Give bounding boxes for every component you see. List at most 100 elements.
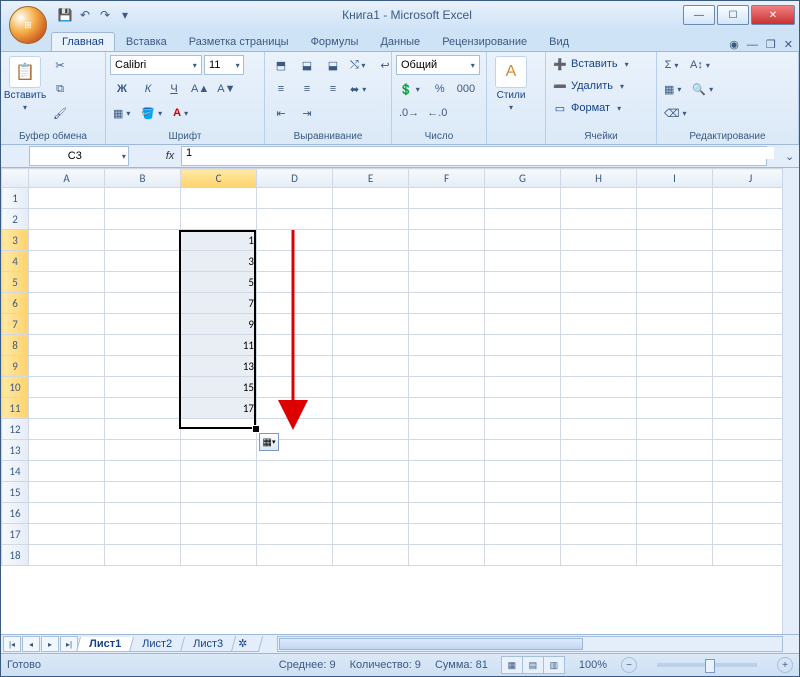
- cell[interactable]: [561, 461, 637, 482]
- column-header[interactable]: G: [485, 169, 561, 188]
- row-header[interactable]: 6: [2, 293, 29, 314]
- cell[interactable]: [105, 188, 181, 209]
- cell[interactable]: [713, 503, 789, 524]
- minimize-button[interactable]: —: [683, 5, 715, 25]
- cell[interactable]: [105, 251, 181, 272]
- row-header[interactable]: 3: [2, 230, 29, 251]
- cell[interactable]: [561, 545, 637, 566]
- expand-formula-bar-icon[interactable]: ⌄: [785, 150, 799, 163]
- font-size-input[interactable]: [207, 58, 234, 72]
- cell[interactable]: [333, 230, 409, 251]
- cell[interactable]: [713, 461, 789, 482]
- cell[interactable]: [637, 230, 713, 251]
- cell[interactable]: [713, 440, 789, 461]
- cell[interactable]: [713, 314, 789, 335]
- cell[interactable]: [333, 503, 409, 524]
- row-header[interactable]: 12: [2, 419, 29, 440]
- fill-icon[interactable]: ▦▾: [661, 78, 687, 100]
- cell[interactable]: [561, 356, 637, 377]
- cell[interactable]: [485, 377, 561, 398]
- cell[interactable]: [485, 419, 561, 440]
- cell[interactable]: [105, 419, 181, 440]
- cell[interactable]: [561, 482, 637, 503]
- cell[interactable]: [257, 545, 333, 566]
- cell[interactable]: [485, 314, 561, 335]
- formula-input-wrap[interactable]: [181, 146, 767, 166]
- office-button[interactable]: ⊞: [9, 6, 47, 44]
- cell[interactable]: [637, 335, 713, 356]
- cell[interactable]: [333, 188, 409, 209]
- cell[interactable]: [561, 440, 637, 461]
- cell[interactable]: [29, 209, 105, 230]
- cell[interactable]: 3: [181, 251, 257, 272]
- cell[interactable]: [105, 482, 181, 503]
- cell[interactable]: [713, 230, 789, 251]
- cell[interactable]: [713, 524, 789, 545]
- cell[interactable]: [333, 440, 409, 461]
- cell[interactable]: [713, 188, 789, 209]
- cell[interactable]: [181, 482, 257, 503]
- row-header[interactable]: 17: [2, 524, 29, 545]
- tab-review[interactable]: Рецензирование: [431, 32, 538, 51]
- align-bottom-icon[interactable]: ⬓: [321, 54, 345, 76]
- cell[interactable]: [181, 461, 257, 482]
- cell[interactable]: [637, 419, 713, 440]
- cell[interactable]: [561, 398, 637, 419]
- cell[interactable]: [29, 524, 105, 545]
- cell[interactable]: [713, 209, 789, 230]
- align-right-icon[interactable]: ≡: [321, 78, 345, 100]
- cell[interactable]: [485, 356, 561, 377]
- row-header[interactable]: 10: [2, 377, 29, 398]
- sheet-tab-3[interactable]: Лист3: [180, 637, 236, 652]
- cell[interactable]: [333, 461, 409, 482]
- cell[interactable]: [409, 188, 485, 209]
- cell[interactable]: [29, 272, 105, 293]
- cell[interactable]: [181, 503, 257, 524]
- row-header[interactable]: 4: [2, 251, 29, 272]
- cell[interactable]: [485, 293, 561, 314]
- font-name-combo[interactable]: ▾: [110, 55, 202, 75]
- sheet-tab-1[interactable]: Лист1: [76, 637, 134, 652]
- close-button[interactable]: ✕: [751, 5, 795, 25]
- maximize-button[interactable]: ☐: [717, 5, 749, 25]
- font-size-combo[interactable]: ▾: [204, 55, 244, 75]
- find-select-icon[interactable]: 🔍▾: [689, 78, 719, 100]
- column-header[interactable]: B: [105, 169, 181, 188]
- cell[interactable]: [105, 545, 181, 566]
- undo-icon[interactable]: ↶: [77, 7, 93, 23]
- cell[interactable]: [181, 188, 257, 209]
- cell[interactable]: [409, 440, 485, 461]
- cell[interactable]: [181, 209, 257, 230]
- cell[interactable]: [105, 356, 181, 377]
- tab-view[interactable]: Вид: [538, 32, 580, 51]
- cell[interactable]: [485, 440, 561, 461]
- cell[interactable]: [29, 335, 105, 356]
- italic-button[interactable]: К: [136, 78, 160, 100]
- fill-color-icon[interactable]: 🪣▾: [138, 102, 168, 124]
- cell[interactable]: [637, 377, 713, 398]
- fill-handle[interactable]: [252, 425, 260, 433]
- cell[interactable]: [637, 545, 713, 566]
- cell[interactable]: [257, 524, 333, 545]
- cell[interactable]: [485, 461, 561, 482]
- row-header[interactable]: 15: [2, 482, 29, 503]
- cell[interactable]: [105, 293, 181, 314]
- cell[interactable]: [485, 230, 561, 251]
- cell[interactable]: [485, 482, 561, 503]
- autofill-options-icon[interactable]: ▦▾: [259, 433, 279, 451]
- save-icon[interactable]: 💾: [57, 7, 73, 23]
- column-header[interactable]: D: [257, 169, 333, 188]
- cell[interactable]: [333, 419, 409, 440]
- cell[interactable]: [333, 545, 409, 566]
- cell[interactable]: [637, 314, 713, 335]
- cell[interactable]: [409, 230, 485, 251]
- cell[interactable]: [29, 545, 105, 566]
- cell[interactable]: [409, 398, 485, 419]
- autosum-icon[interactable]: Σ▾: [661, 54, 685, 76]
- grid-scroll[interactable]: ABCDEFGHIJ123143556779811913101511171213…: [1, 168, 799, 634]
- cell[interactable]: [409, 209, 485, 230]
- row-header[interactable]: 16: [2, 503, 29, 524]
- cell[interactable]: [257, 482, 333, 503]
- cell[interactable]: [29, 188, 105, 209]
- cell[interactable]: [257, 461, 333, 482]
